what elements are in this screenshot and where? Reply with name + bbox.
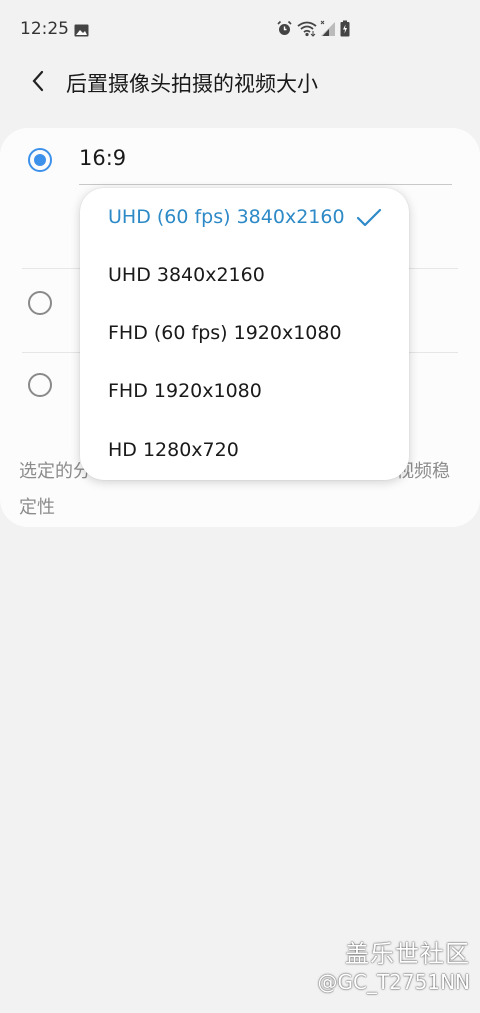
back-button[interactable]: [20, 66, 56, 100]
alarm-icon: [276, 20, 293, 41]
menu-item-uhd[interactable]: UHD 3840x2160: [80, 247, 409, 305]
menu-item-label: FHD 1920x1080: [108, 380, 262, 402]
wifi-icon: [297, 20, 317, 41]
page-title: 后置摄像头拍摄的视频大小: [66, 72, 318, 96]
watermark-community-name: 盖乐世社区: [345, 940, 470, 968]
menu-item-fhd[interactable]: FHD 1920x1080: [80, 363, 409, 421]
status-time: 12:25: [20, 19, 69, 39]
radio-button[interactable]: [28, 373, 52, 397]
gallery-icon: [74, 22, 89, 37]
menu-item-fhd-60fps[interactable]: FHD (60 fps) 1920x1080: [80, 305, 409, 363]
checkmark-icon: [356, 208, 382, 228]
menu-item-uhd-60fps[interactable]: UHD (60 fps) 3840x2160: [80, 189, 409, 247]
ratio-option-underline: [79, 184, 452, 185]
signal-icon: [320, 20, 336, 41]
app-bar: 后置摄像头拍摄的视频大小: [0, 58, 480, 106]
menu-item-hd[interactable]: HD 1280x720: [80, 422, 409, 480]
resolution-dropdown-menu: UHD (60 fps) 3840x2160 UHD 3840x2160 FHD…: [80, 188, 409, 480]
menu-item-label: UHD 3840x2160: [108, 264, 265, 286]
radio-button[interactable]: [28, 291, 52, 315]
watermark-user-handle: @GC_T2751NN: [317, 970, 471, 994]
menu-item-label: HD 1280x720: [108, 439, 239, 461]
ratio-option-label: 16:9: [79, 146, 127, 170]
menu-item-label: FHD (60 fps) 1920x1080: [108, 322, 342, 344]
radio-button-selected[interactable]: [28, 148, 52, 172]
chevron-left-icon: [31, 70, 45, 96]
battery-icon: [340, 20, 350, 41]
hint-line2: 定性: [19, 497, 55, 518]
menu-item-label: UHD (60 fps) 3840x2160: [108, 206, 345, 228]
status-bar: 12:25: [0, 0, 480, 58]
